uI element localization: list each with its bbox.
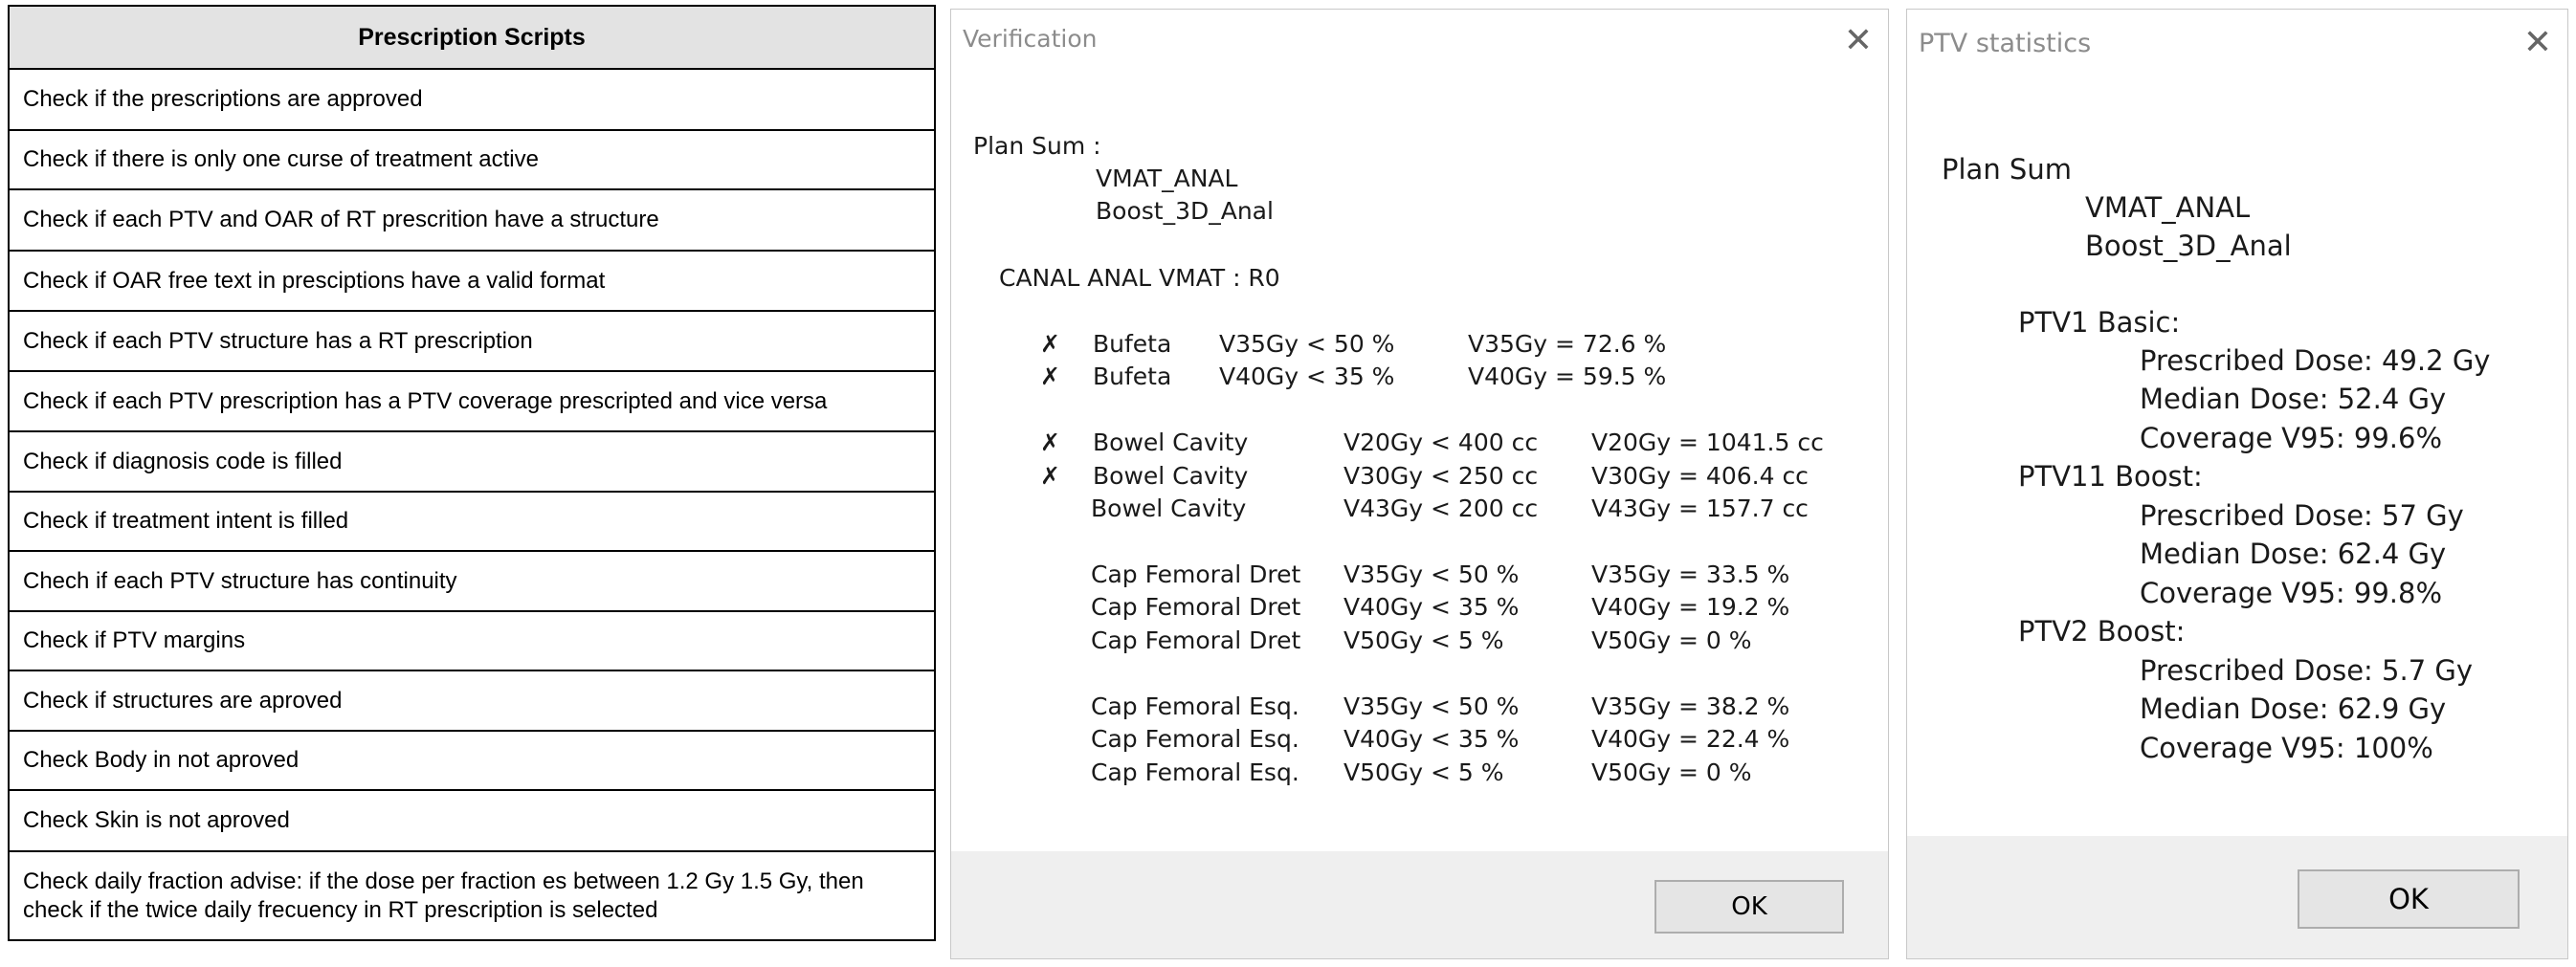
- check-constraint: V40Gy < 35 %: [1344, 593, 1520, 621]
- table-row: Check Skin is not aproved: [8, 789, 936, 852]
- check-structure: Cap Femoral Esq.: [1091, 725, 1299, 753]
- check-structure: Cap Femoral Dret: [1091, 560, 1301, 588]
- check-constraint: V30Gy < 250 cc: [1344, 462, 1539, 490]
- table-row: Check if PTV margins: [8, 610, 936, 671]
- script-cell: Check if OAR free text in presciptions h…: [8, 250, 936, 312]
- close-icon[interactable]: ✕: [2523, 23, 2552, 62]
- check-constraint: V20Gy < 400 cc: [1344, 429, 1539, 456]
- check-result: V43Gy = 157.7 cc: [1591, 494, 1809, 522]
- script-cell: Check if each PTV prescription has a PTV…: [8, 370, 936, 432]
- plan-name: VMAT_ANAL: [2085, 191, 2251, 224]
- table-row: Check if the prescriptions are approved: [8, 68, 936, 131]
- table-row: Check if OAR free text in presciptions h…: [8, 250, 936, 312]
- table-row: Check if structures are aproved: [8, 670, 936, 732]
- check-constraint: V50Gy < 5 %: [1344, 626, 1504, 654]
- dialog-footer: OK: [951, 851, 1888, 958]
- prescription-scripts-table: Prescription Scripts Check if the prescr…: [8, 5, 936, 941]
- ptv-coverage: Coverage V95: 99.8%: [2140, 577, 2443, 609]
- fail-mark-icon: ✗: [1040, 429, 1060, 456]
- script-cell: Check Body in not aproved: [8, 730, 936, 791]
- script-cell: Check if PTV margins: [8, 610, 936, 671]
- ptv-coverage: Coverage V95: 99.6%: [2140, 422, 2443, 454]
- check-result: V30Gy = 406.4 cc: [1591, 462, 1809, 490]
- check-structure: Bowel Cavity: [1093, 462, 1249, 490]
- check-result: V35Gy = 72.6 %: [1468, 330, 1667, 358]
- script-cell: Check if diagnosis code is filled: [8, 430, 936, 493]
- check-constraint: V40Gy < 35 %: [1344, 725, 1520, 753]
- ptv-prescribed-dose: Prescribed Dose: 49.2 Gy: [2140, 344, 2491, 377]
- fail-mark-icon: ✗: [1040, 462, 1060, 490]
- ptv-name: PTV2 Boost:: [2018, 615, 2186, 648]
- check-structure: Cap Femoral Esq.: [1091, 692, 1299, 720]
- check-structure: Bowel Cavity: [1091, 494, 1247, 522]
- ptv-median-dose: Median Dose: 62.4 Gy: [2140, 538, 2447, 570]
- table-row: Chech if each PTV structure has continui…: [8, 550, 936, 612]
- script-cell: Check if each PTV and OAR of RT prescrit…: [8, 188, 936, 252]
- check-constraint: V35Gy < 50 %: [1219, 330, 1395, 358]
- check-constraint: V35Gy < 50 %: [1344, 692, 1520, 720]
- check-constraint: V35Gy < 50 %: [1344, 560, 1520, 588]
- ptv-prescribed-dose: Prescribed Dose: 57 Gy: [2140, 499, 2464, 532]
- table-row: Check if each PTV prescription has a PTV…: [8, 370, 936, 432]
- check-result: V40Gy = 59.5 %: [1468, 363, 1667, 390]
- check-result: V35Gy = 38.2 %: [1591, 692, 1790, 720]
- script-cell: Check if structures are aproved: [8, 670, 936, 732]
- ptv-prescribed-dose: Prescribed Dose: 5.7 Gy: [2140, 654, 2473, 687]
- dialog-title: Verification: [963, 25, 1098, 53]
- script-cell: Check if each PTV structure has a RT pre…: [8, 310, 936, 372]
- check-result: V40Gy = 22.4 %: [1591, 725, 1790, 753]
- table-row: Check Body in not aproved: [8, 730, 936, 791]
- check-constraint: V50Gy < 5 %: [1344, 758, 1504, 786]
- check-structure: Cap Femoral Esq.: [1091, 758, 1299, 786]
- fail-mark-icon: ✗: [1040, 363, 1060, 390]
- table-row: Check daily fraction advise: if the dose…: [8, 850, 936, 941]
- table-row: Check if there is only one curse of trea…: [8, 129, 936, 190]
- verification-dialog: Verification ✕ Plan Sum : VMAT_ANAL Boos…: [950, 9, 1889, 959]
- table-row: Check if diagnosis code is filled: [8, 430, 936, 493]
- fail-mark-icon: ✗: [1040, 330, 1060, 358]
- check-constraint: V43Gy < 200 cc: [1344, 494, 1539, 522]
- check-result: V50Gy = 0 %: [1591, 626, 1752, 654]
- table-row: Check if each PTV structure has a RT pre…: [8, 310, 936, 372]
- check-structure: Bowel Cavity: [1093, 429, 1249, 456]
- check-result: V20Gy = 1041.5 cc: [1591, 429, 1824, 456]
- script-cell: Check if there is only one curse of trea…: [8, 129, 936, 190]
- check-structure: Bufeta: [1093, 330, 1172, 358]
- script-cell: Check if treatment intent is filled: [8, 491, 936, 552]
- script-cell: Check Skin is not aproved: [8, 789, 936, 852]
- ptv-median-dose: Median Dose: 62.9 Gy: [2140, 692, 2447, 725]
- script-cell: Check daily fraction advise: if the dose…: [8, 850, 936, 941]
- check-constraint: V40Gy < 35 %: [1219, 363, 1395, 390]
- ptv-median-dose: Median Dose: 52.4 Gy: [2140, 383, 2447, 415]
- plan-name: VMAT_ANAL: [1096, 165, 1238, 192]
- script-cell: Check if the prescriptions are approved: [8, 68, 936, 131]
- close-icon[interactable]: ✕: [1844, 21, 1873, 60]
- course-label: CANAL ANAL VMAT : R0: [999, 264, 1280, 292]
- ptv-coverage: Coverage V95: 100%: [2140, 732, 2433, 764]
- check-structure: Bufeta: [1093, 363, 1172, 390]
- plan-sum-label: Plan Sum :: [973, 132, 1101, 160]
- ptv-statistics-dialog: PTV statistics ✕ Plan Sum VMAT_ANAL Boos…: [1906, 9, 2568, 959]
- ok-button[interactable]: OK: [2298, 869, 2520, 929]
- plan-name: Boost_3D_Anal: [1096, 197, 1274, 225]
- table-header: Prescription Scripts: [8, 5, 936, 70]
- check-result: V35Gy = 33.5 %: [1591, 560, 1790, 588]
- check-result: V40Gy = 19.2 %: [1591, 593, 1790, 621]
- plan-name: Boost_3D_Anal: [2085, 230, 2292, 262]
- check-structure: Cap Femoral Dret: [1091, 593, 1301, 621]
- plan-sum-label: Plan Sum: [1942, 153, 2072, 186]
- dialog-footer: OK: [1907, 836, 2567, 958]
- check-result: V50Gy = 0 %: [1591, 758, 1752, 786]
- script-cell: Chech if each PTV structure has continui…: [8, 550, 936, 612]
- ptv-name: PTV1 Basic:: [2018, 306, 2181, 339]
- check-structure: Cap Femoral Dret: [1091, 626, 1301, 654]
- dialog-title: PTV statistics: [1919, 29, 2092, 58]
- ptv-name: PTV11 Boost:: [2018, 460, 2203, 493]
- ok-button[interactable]: OK: [1654, 880, 1844, 934]
- table-row: Check if treatment intent is filled: [8, 491, 936, 552]
- table-row: Check if each PTV and OAR of RT prescrit…: [8, 188, 936, 252]
- table-header-row: Prescription Scripts: [8, 5, 936, 70]
